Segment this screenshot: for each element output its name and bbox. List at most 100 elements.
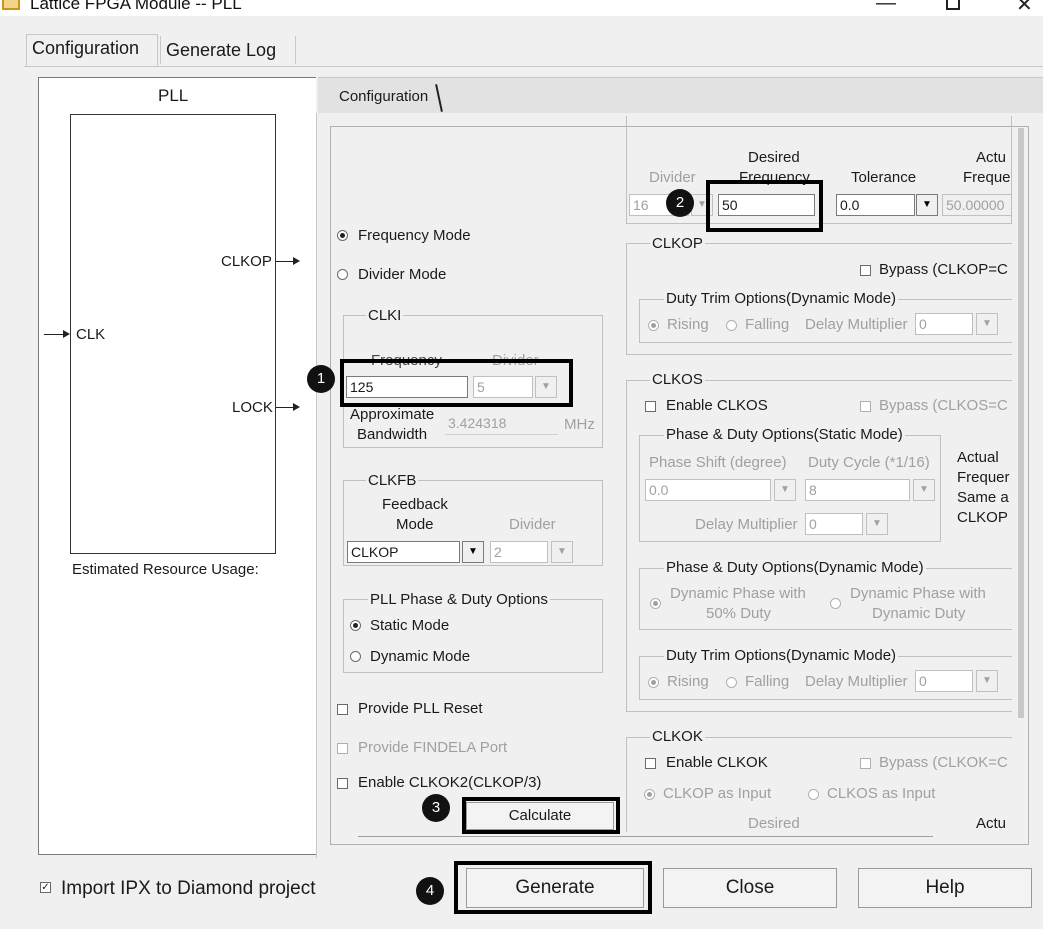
bandwidth-label-2: Bandwidth xyxy=(357,426,428,443)
clkop-rising-label: Rising xyxy=(667,316,709,333)
dyn-phase-duty-label-2: Dynamic Duty xyxy=(872,605,966,622)
clkok-bypass-checkbox[interactable] xyxy=(860,758,871,769)
clkop-falling-label: Falling xyxy=(745,316,790,333)
horizontal-divider xyxy=(358,836,933,837)
clkos-actual-line-1: Actual xyxy=(957,449,999,466)
divider-mode-label: Divider Mode xyxy=(358,266,447,283)
tab-configuration[interactable]: Configuration xyxy=(26,34,158,66)
clkos-actual-line-2: Frequer xyxy=(957,469,1010,486)
clkok-enable-checkbox[interactable] xyxy=(645,758,656,769)
bandwidth-value: 3.424318 xyxy=(445,413,558,435)
clkos-delay-select[interactable]: 0 xyxy=(805,513,863,535)
phase-shift-label: Phase Shift (degree) xyxy=(649,454,787,471)
clkos-as-input-radio[interactable] xyxy=(808,789,819,800)
phase-shift-chevron-down-icon[interactable]: ▼ xyxy=(774,479,796,501)
feedback-mode-select[interactable]: CLKOP xyxy=(347,541,460,563)
dyn-phase-50-label-1: Dynamic Phase with xyxy=(670,585,806,602)
clkos-trim-delay-select[interactable]: 0 xyxy=(915,670,973,692)
vertical-scrollbar[interactable] xyxy=(1018,128,1024,718)
clkos-static-label: Phase & Duty Options(Static Mode) xyxy=(664,426,905,443)
port-clk-label: CLK xyxy=(76,326,106,343)
highlight-box-4 xyxy=(454,861,652,914)
clkos-actual-line-4: CLKOP xyxy=(957,509,1008,526)
clkos-trim-delay-chevron-down-icon[interactable]: ▼ xyxy=(976,670,998,692)
clk-arrow-head xyxy=(63,330,70,338)
clkos-rising-radio[interactable] xyxy=(648,677,659,688)
help-button[interactable]: Help xyxy=(858,868,1032,908)
diagram-title: PLL xyxy=(158,86,189,105)
app-icon xyxy=(2,0,20,10)
static-mode-label: Static Mode xyxy=(370,617,450,634)
tolerance-select[interactable]: 0.0 xyxy=(836,194,915,216)
clkos-delay-chevron-down-icon[interactable]: ▼ xyxy=(866,513,888,535)
duty-cycle-select[interactable]: 8 xyxy=(805,479,910,501)
clkos-actual-line-3: Same a xyxy=(957,489,1009,506)
dyn-phase-duty-radio[interactable] xyxy=(830,598,841,609)
phase-shift-select[interactable]: 0.0 xyxy=(645,479,771,501)
clkop-delay-select[interactable]: 0 xyxy=(915,313,973,335)
dyn-phase-50-label-2: 50% Duty xyxy=(706,605,772,622)
clkop-delay-chevron-down-icon[interactable]: ▼ xyxy=(976,313,998,335)
feedback-mode-chevron-down-icon[interactable]: ▼ xyxy=(462,541,484,563)
findela-checkbox[interactable] xyxy=(337,743,348,754)
tolerance-label: Tolerance xyxy=(851,169,917,186)
pll-reset-checkbox[interactable] xyxy=(337,704,348,715)
clkfb-divider-select[interactable]: 2 xyxy=(490,541,548,563)
dyn-phase-50-radio[interactable] xyxy=(650,598,661,609)
clkos-as-input-label: CLKOS as Input xyxy=(827,785,936,802)
desired-frequency-label-1: Desired xyxy=(748,149,800,166)
actual-frequency-label-2: Freque xyxy=(963,169,1011,186)
actual-frequency-value: 50.00000 xyxy=(942,194,1012,216)
highlight-box-1 xyxy=(340,359,573,407)
close-icon[interactable]: ✕ xyxy=(1016,0,1033,16)
clkos-rising-label: Rising xyxy=(667,673,709,690)
clkop-bypass-checkbox[interactable] xyxy=(860,265,871,276)
clkok2-label: Enable CLKOK2(CLKOP/3) xyxy=(358,774,542,791)
clkop-group-label: CLKOP xyxy=(650,235,705,252)
clkop-duty-trim-label: Duty Trim Options(Dynamic Mode) xyxy=(664,290,899,307)
step-badge-1: 1 xyxy=(307,365,335,393)
duty-cycle-chevron-down-icon[interactable]: ▼ xyxy=(913,479,935,501)
clkos-bypass-checkbox[interactable] xyxy=(860,401,871,412)
clkfb-divider-chevron-down-icon[interactable]: ▼ xyxy=(551,541,573,563)
clkok2-checkbox[interactable] xyxy=(337,778,348,789)
clki-group-label: CLKI xyxy=(366,307,404,324)
clkfb-divider-label: Divider xyxy=(509,516,556,533)
tab-generate-log[interactable]: Generate Log xyxy=(160,36,296,64)
clkok-actual-label: Actu xyxy=(976,815,1007,829)
static-mode-radio[interactable] xyxy=(350,620,361,631)
inner-tab-configuration[interactable]: Configuration xyxy=(339,88,428,105)
resource-usage-label: Estimated Resource Usage: xyxy=(72,561,259,578)
clkos-enable-checkbox[interactable] xyxy=(645,401,656,412)
tab-strip-line xyxy=(24,66,1043,67)
bandwidth-unit: MHz xyxy=(564,416,595,433)
highlight-box-2 xyxy=(706,180,823,232)
clkok-bypass-label: Bypass (CLKOK=C xyxy=(879,754,1008,771)
clkop-as-input-radio[interactable] xyxy=(644,789,655,800)
clkok-group-label: CLKOK xyxy=(650,728,705,745)
close-button[interactable]: Close xyxy=(663,868,837,908)
step-badge-4: 4 xyxy=(416,877,444,905)
clkfb-group-label: CLKFB xyxy=(366,472,419,489)
phase-duty-group-label: PLL Phase & Duty Options xyxy=(368,591,550,608)
clkop-falling-radio[interactable] xyxy=(726,320,737,331)
port-lock-label: LOCK xyxy=(232,399,273,416)
clkok-enable-label: Enable CLKOK xyxy=(666,754,768,771)
minimize-icon[interactable]: — xyxy=(876,0,896,15)
tolerance-chevron-down-icon[interactable]: ▼ xyxy=(916,194,938,216)
clkos-trim-delay-label: Delay Multiplier xyxy=(805,673,908,690)
divider-mode-radio[interactable] xyxy=(337,269,348,280)
lock-arrow-head xyxy=(293,403,300,411)
feedback-mode-label-2: Mode xyxy=(396,516,434,533)
clkok-desired-label: Desired xyxy=(748,815,800,829)
window-title: Lattice FPGA Module -- PLL xyxy=(30,0,242,13)
maximize-icon[interactable] xyxy=(946,0,960,10)
dynamic-mode-radio[interactable] xyxy=(350,651,361,662)
port-clkop-label: CLKOP xyxy=(221,253,272,270)
frequency-mode-radio[interactable] xyxy=(337,230,348,241)
import-ipx-checkbox[interactable]: ✓ xyxy=(40,882,51,893)
clkop-as-input-label: CLKOP as Input xyxy=(663,785,772,802)
clkos-falling-radio[interactable] xyxy=(726,677,737,688)
clkop-rising-radio[interactable] xyxy=(648,320,659,331)
clkos-dynamic-label: Phase & Duty Options(Dynamic Mode) xyxy=(664,559,926,576)
